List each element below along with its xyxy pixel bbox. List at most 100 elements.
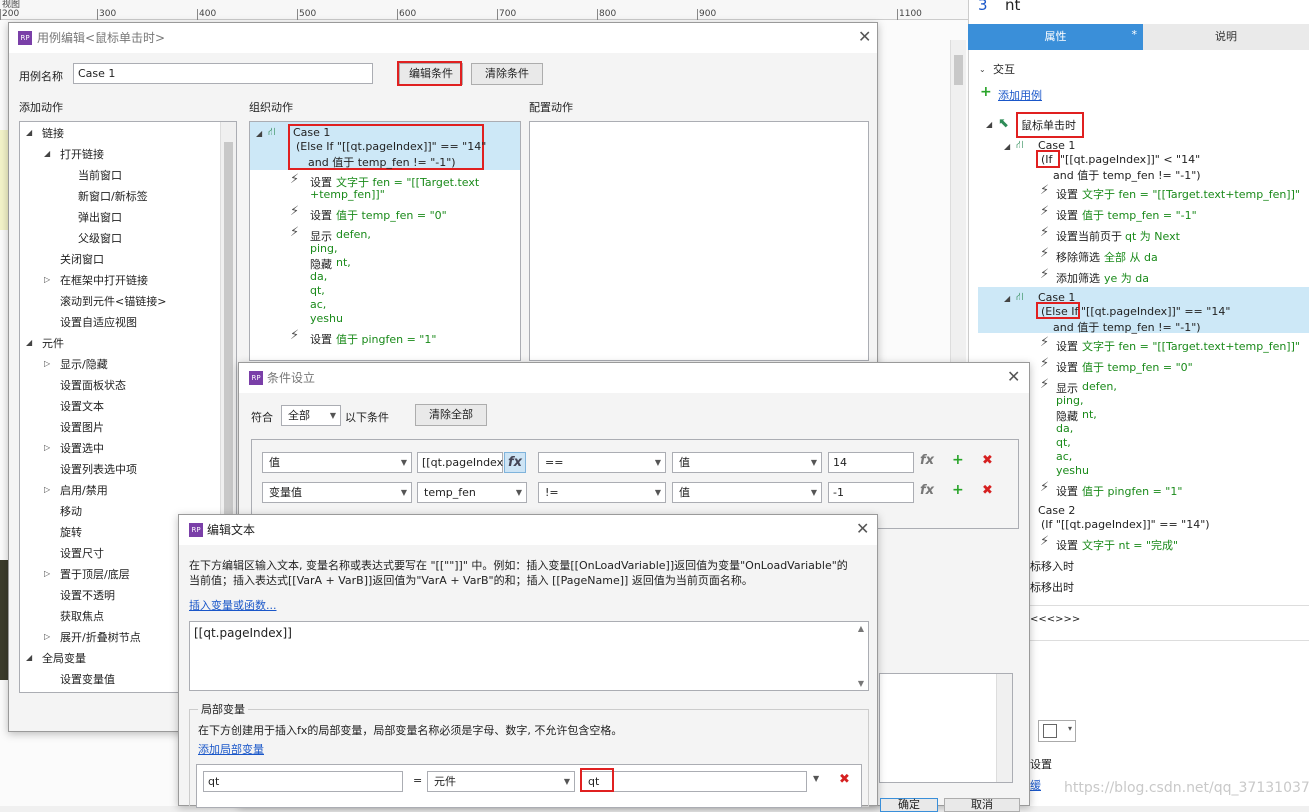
delete-row-icon[interactable]: ✖ — [982, 453, 993, 468]
action-tree-item[interactable]: 设置不透明 — [60, 587, 115, 603]
add-icon[interactable]: + — [980, 84, 992, 100]
collapse-icon[interactable]: ◢ — [256, 129, 262, 138]
action-tree-item[interactable]: 设置选中 — [60, 440, 104, 456]
expand-icon[interactable]: ▷ — [44, 569, 50, 578]
action-tree-item[interactable]: 设置图片 — [60, 419, 104, 435]
delete-row-icon[interactable]: ✖ — [982, 483, 993, 498]
fx-icon[interactable]: fx — [920, 483, 934, 498]
collapse-icon[interactable]: ◢ — [1004, 294, 1010, 303]
action-tree-item[interactable]: 在框架中打开链接 — [60, 272, 148, 288]
action-tree-item[interactable]: 启用/禁用 — [60, 482, 108, 498]
collapse-icon[interactable]: ◢ — [1004, 142, 1010, 151]
action-tree-item[interactable]: 新窗口/新标签 — [78, 188, 148, 204]
action-tree-item[interactable]: 打开链接 — [60, 146, 104, 162]
add-local-variable-link[interactable]: 添加局部变量 — [198, 741, 264, 757]
close-icon[interactable]: ✕ — [1007, 362, 1020, 392]
condition-type-select[interactable]: 变量值 ▼ — [262, 482, 412, 503]
action-tree-item[interactable]: 父级窗口 — [78, 230, 122, 246]
action-tree-item[interactable]: 滚动到元件<锚链接> — [60, 293, 166, 309]
action-tree-item[interactable]: 设置列表选中项 — [60, 461, 137, 477]
expand-icon[interactable]: ▷ — [44, 485, 50, 494]
collapse-icon[interactable]: ◢ — [44, 149, 50, 158]
operator-select[interactable]: == ▼ — [538, 452, 666, 473]
condition-target-input[interactable]: [[qt.pageIndex]] — [417, 452, 512, 473]
action-tree-item[interactable]: 当前窗口 — [78, 167, 122, 183]
local-var-target-select[interactable]: qt — [581, 771, 807, 792]
collapse-icon[interactable]: ◢ — [26, 128, 32, 137]
event-mouseenter[interactable]: 标移入时 — [1030, 558, 1074, 574]
action-tree-item[interactable]: 显示/隐藏 — [60, 356, 108, 372]
canvas-scrollbar-thumb[interactable] — [954, 55, 963, 85]
action-tree-item[interactable]: 关闭窗口 — [60, 251, 104, 267]
close-icon[interactable]: ✕ — [858, 22, 871, 52]
event-mouseleave[interactable]: 标移出时 — [1030, 579, 1074, 595]
match-select[interactable]: 全部 ▼ — [281, 405, 341, 426]
collapse-icon[interactable]: ◢ — [26, 653, 32, 662]
more-events-link[interactable]: <<<>>> — [1030, 614, 1080, 625]
scroll-up-icon[interactable]: ▲ — [858, 624, 864, 633]
variable-select[interactable]: temp_fen ▼ — [417, 482, 527, 503]
description-scrollbar[interactable] — [996, 674, 1012, 782]
expand-icon[interactable]: ▷ — [44, 359, 50, 368]
action-tree-item[interactable]: 展开/折叠树节点 — [60, 629, 141, 645]
action-tree-item[interactable]: 设置文本 — [60, 398, 104, 414]
action-tree-item[interactable]: 链接 — [42, 125, 64, 141]
operator-select[interactable]: != ▼ — [538, 482, 666, 503]
action-tree-item[interactable]: 旋转 — [60, 524, 82, 540]
delete-local-var-icon[interactable]: ✖ — [839, 772, 850, 787]
case-editor-titlebar[interactable]: RP 用例编辑<鼠标单击时> ✕ — [9, 23, 877, 53]
chevron-down-icon[interactable]: ⌄ — [979, 65, 986, 74]
local-var-type-select[interactable]: 元件 ▼ — [427, 771, 575, 792]
case-name-input[interactable]: Case 1 — [73, 63, 373, 84]
scroll-down-icon[interactable]: ▼ — [858, 679, 864, 688]
ok-button[interactable]: 确定 — [880, 798, 938, 812]
chevron-down-icon[interactable]: ▼ — [813, 774, 819, 783]
action-tree-item[interactable]: 设置自适应视图 — [60, 314, 137, 330]
edit-text-dialog: RP 编辑文本 ✕ 在下方编辑区输入文本, 变量名称或表达式要写在 "[[""]… — [178, 514, 878, 808]
action-tree-item[interactable]: 移动 — [60, 503, 82, 519]
fx-button[interactable]: fx — [504, 452, 526, 473]
help-text-line2: 当前值；插入表达式[[VarA + VarB]]返回值为"VarA + VarB… — [189, 574, 753, 587]
tab-properties[interactable]: 属性 * — [968, 24, 1143, 50]
insert-variable-link[interactable]: 插入变量或函数... — [189, 597, 277, 613]
action-tree-item[interactable]: 获取焦点 — [60, 608, 104, 624]
fx-icon[interactable]: fx — [920, 453, 934, 468]
case-condition: and 值于 temp_fen != "-1") — [1053, 321, 1201, 334]
expand-icon[interactable]: ▷ — [44, 443, 50, 452]
action-tree-item[interactable]: 全局变量 — [42, 650, 86, 666]
action-tree-item[interactable]: 元件 — [42, 335, 64, 351]
expand-icon[interactable]: ▷ — [44, 632, 50, 641]
condition-titlebar[interactable]: RP 条件设立 ✕ — [239, 363, 1029, 393]
add-row-icon[interactable]: + — [952, 452, 964, 468]
condition-value-input[interactable]: 14 — [828, 452, 914, 473]
collapse-icon[interactable]: ◢ — [986, 120, 992, 129]
action-tree-item[interactable]: 弹出窗口 — [78, 209, 122, 225]
clear-condition-button[interactable]: 清除条件 — [471, 63, 543, 85]
color-picker[interactable]: ▾ — [1038, 720, 1076, 742]
tab-notes[interactable]: 说明 — [1143, 24, 1309, 50]
clear-all-button[interactable]: 清除全部 — [415, 404, 487, 426]
cancel-button[interactable]: 取消 — [944, 798, 1020, 812]
expand-icon[interactable]: ▷ — [44, 275, 50, 284]
collapse-icon[interactable]: ◢ — [26, 338, 32, 347]
edit-text-titlebar[interactable]: RP 编辑文本 ✕ — [179, 515, 877, 545]
event-onclick[interactable]: 鼠标单击时 — [1021, 117, 1076, 133]
case-title[interactable]: Case 2 — [1038, 504, 1075, 517]
action-tree-item[interactable]: 设置变量值 — [60, 671, 115, 687]
add-row-icon[interactable]: + — [952, 482, 964, 498]
case-condition: and 值于 temp_fen != "-1") — [308, 156, 456, 169]
setting-link[interactable]: 缓 — [1030, 777, 1041, 793]
value-type-select[interactable]: 值 ▼ — [672, 482, 822, 503]
value-type-select[interactable]: 值 ▼ — [672, 452, 822, 473]
condition-type-select[interactable]: 值 ▼ — [262, 452, 412, 473]
close-icon[interactable]: ✕ — [856, 514, 869, 544]
action-tree-item[interactable]: 置于顶层/底层 — [60, 566, 130, 582]
action-tree-item[interactable]: 设置尺寸 — [60, 545, 104, 561]
local-var-name-input[interactable]: qt — [203, 771, 403, 792]
case-condition: (Else If "[[qt.pageIndex]]" == "14" — [296, 140, 487, 153]
add-case-link[interactable]: 添加用例 — [998, 87, 1042, 103]
action-tree-item[interactable]: 设置面板状态 — [60, 377, 126, 393]
condition-value-input[interactable]: -1 — [828, 482, 914, 503]
text-editor[interactable]: [[qt.pageIndex]] ▲ ▼ — [189, 621, 869, 691]
scrollbar-thumb[interactable] — [224, 142, 233, 562]
